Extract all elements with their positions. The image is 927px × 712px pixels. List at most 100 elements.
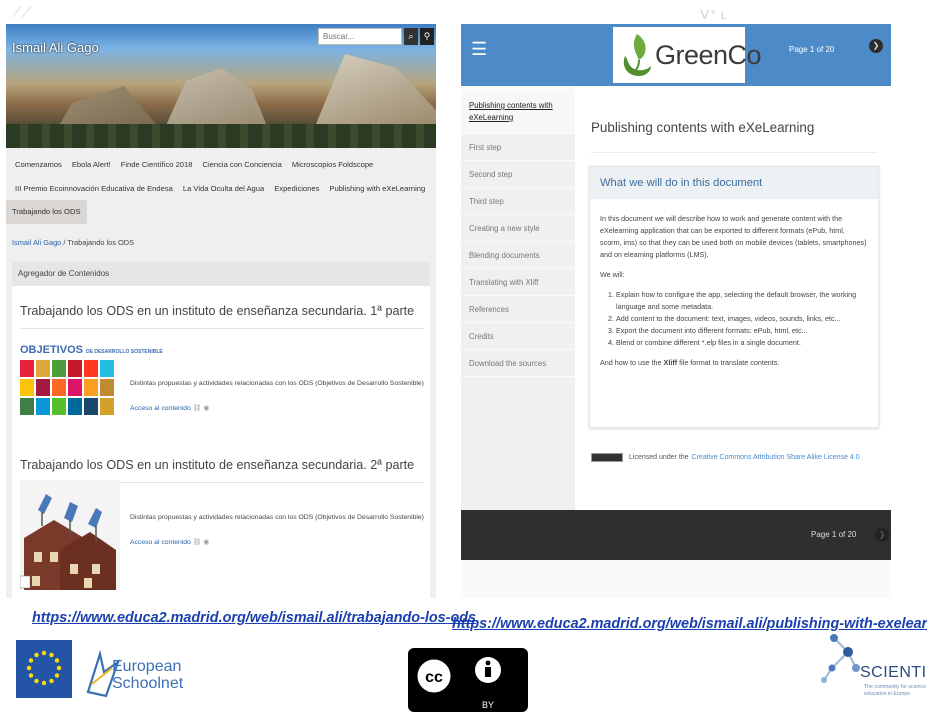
right-screenshot: ☰ GreenCo Page 1 of 20 ❯ Publishing cont… — [461, 24, 891, 598]
list-item: Explain how to configure the app, select… — [616, 289, 868, 313]
greenco-logo: GreenCo — [613, 27, 762, 83]
left-url-link[interactable]: https://www.educa2.madrid.org/web/ismail… — [32, 610, 476, 626]
background-faint-mark: V⁺ ʟ — [700, 6, 727, 22]
search-input[interactable] — [318, 28, 402, 45]
nav-item[interactable]: Ebola Alert! — [67, 160, 116, 169]
info-box: What we will do in this document In this… — [589, 166, 879, 428]
sdg-tile — [68, 360, 82, 377]
nav-row: Trabajando los ODS — [6, 200, 436, 224]
esn-line: European — [112, 658, 182, 675]
toc-item[interactable]: First step — [461, 134, 575, 161]
site-title[interactable]: Ismail Ali Gago — [12, 40, 99, 55]
article-link-label[interactable]: Acceso al contenido — [130, 539, 191, 546]
document-content: Publishing contents with eXeLearning Wha… — [575, 86, 891, 510]
nav-item[interactable]: Comenzamos — [10, 160, 67, 169]
toc-item[interactable]: Credits — [461, 323, 575, 350]
eu-flag-icon — [16, 640, 72, 698]
sdg-tile — [68, 398, 82, 415]
article-link-label[interactable]: Acceso al contenido — [130, 405, 191, 412]
sdg-tile — [52, 360, 66, 377]
svg-text:cc: cc — [425, 669, 443, 686]
sdg-tile — [36, 360, 50, 377]
info-box-header: What we will do in this document — [590, 167, 878, 199]
article-description: Distintas propuestas y actividades relac… — [130, 514, 424, 521]
toc-item[interactable]: Blending documents — [461, 242, 575, 269]
list-item: Export the document into different forma… — [616, 325, 868, 337]
brand-name: GreenCo — [655, 39, 762, 70]
bottom-bar: Page 1 of 20 ❯ — [461, 510, 891, 560]
license-prefix: Licensed under the — [629, 454, 689, 461]
sdg-tile — [36, 379, 50, 396]
toc-item-active[interactable]: Publishing contents with eXeLearning — [461, 94, 575, 134]
sdg-tile-grid — [20, 360, 116, 415]
sdg-tile — [52, 379, 66, 396]
divider — [20, 328, 424, 329]
breadcrumb-home-link[interactable]: Ismail Ali Gago — [12, 238, 61, 247]
cc-by-label: BY — [482, 700, 495, 710]
sdg-tile — [52, 398, 66, 415]
outro-text: And how to use the — [600, 358, 664, 367]
article-title[interactable]: Trabajando los ODS en un instituto de en… — [20, 304, 414, 318]
nav-item[interactable]: Expediciones — [269, 184, 324, 193]
breadcrumb: Ismail Ali Gago / Trabajando los ODS — [12, 238, 134, 247]
hamburger-menu-icon[interactable]: ☰ — [471, 40, 487, 58]
sdg-logo-subtitle: DE DESARROLLO SOSTENIBLE — [86, 349, 163, 355]
esn-line: Schoolnet — [112, 675, 184, 692]
toc-sidebar: Publishing contents with eXeLearning Fir… — [461, 94, 575, 510]
toc-item[interactable]: References — [461, 296, 575, 323]
nav-item[interactable]: Finde Científico 2018 — [116, 160, 198, 169]
we-will-label: We will: — [600, 270, 625, 279]
article-link[interactable]: Acceso al contenido ⛓ ◉ — [130, 538, 209, 546]
toc-item[interactable]: Download the sources — [461, 350, 575, 377]
european-schoolnet-logo: European Schoolnet — [82, 644, 202, 700]
page-indicator: Page 1 of 20 — [811, 530, 857, 539]
next-page-icon[interactable]: ❯ — [875, 528, 889, 542]
user-icon[interactable]: ⚲ — [420, 28, 434, 45]
page-indicator: Page 1 of 20 — [789, 45, 835, 54]
intro-paragraph: In this document we will describe how to… — [600, 214, 867, 259]
nav-item-active[interactable]: Trabajando los ODS — [6, 200, 87, 224]
license-link[interactable]: Creative Commons Attribution Share Alike… — [692, 454, 860, 461]
article-link[interactable]: Acceso al contenido ⛓ ◉ — [130, 404, 209, 412]
info-box-title: What we will do in this document — [600, 177, 763, 189]
scientix-name: SCIENTIX — [860, 664, 927, 681]
breadcrumb-separator: / — [63, 238, 66, 247]
article-title[interactable]: Trabajando los ODS en un instituto de en… — [20, 458, 414, 472]
sdg-thumbnail[interactable]: OBJETIVOS DE DESARROLLO SOSTENIBLE — [20, 344, 163, 442]
sdg-tile — [100, 379, 114, 396]
site-header-banner: Ismail Ali Gago ⌕ ⚲ — [6, 24, 436, 148]
nav-item[interactable]: Ciencia con Conciencia — [197, 160, 286, 169]
nav-item[interactable]: Publishing with eXeLearning — [324, 184, 430, 193]
scientix-tagline: The community for science education in E… — [864, 684, 926, 697]
nav-row: III Premio Ecoinnovación Educativa de En… — [6, 176, 436, 200]
sdg-tile — [20, 398, 34, 415]
nav-item[interactable]: Microscopios Foldscope — [287, 160, 378, 169]
info-box-body: In this document we will describe how to… — [590, 199, 878, 369]
cc-by-badge: cc BY — [408, 648, 528, 712]
sdg-tile — [20, 379, 34, 396]
next-page-icon[interactable]: ❯ — [869, 39, 883, 53]
toc-item[interactable]: Third step — [461, 188, 575, 215]
sdg-logo: OBJETIVOS DE DESARROLLO SOSTENIBLE — [20, 344, 163, 358]
left-screenshot: Ismail Ali Gago ⌕ ⚲ Comenzamos Ebola Ale… — [6, 24, 436, 598]
nav-item[interactable]: III Premio Ecoinnovación Educativa de En… — [10, 184, 178, 193]
sdg-tile — [20, 360, 34, 377]
nav-item[interactable]: La Vida Oculta del Agua — [178, 184, 269, 193]
sdg-tile — [100, 360, 114, 377]
breadcrumb-current: Trabajando los ODS — [67, 238, 135, 247]
sdg-logo-word: OBJETIVOS — [20, 344, 83, 356]
sdg-tile — [84, 360, 98, 377]
scientix-logo: SCIENTIX The community for science educa… — [820, 628, 927, 712]
sdg-tile — [100, 398, 114, 415]
sdg-tile — [68, 379, 82, 396]
sdg-tile — [84, 398, 98, 415]
sdg-tile — [36, 398, 50, 415]
houses-thumbnail[interactable] — [19, 480, 120, 590]
list-item: Add content to the document: text, image… — [616, 313, 868, 325]
creative-commons-icon — [591, 453, 623, 462]
toc-item[interactable]: Creating a new style — [461, 215, 575, 242]
search-icon[interactable]: ⌕ — [404, 28, 418, 45]
toc-item[interactable]: Translating with Xliff — [461, 269, 575, 296]
outro-paragraph: And how to use the Xliff file format to … — [600, 357, 868, 369]
toc-item[interactable]: Second step — [461, 161, 575, 188]
